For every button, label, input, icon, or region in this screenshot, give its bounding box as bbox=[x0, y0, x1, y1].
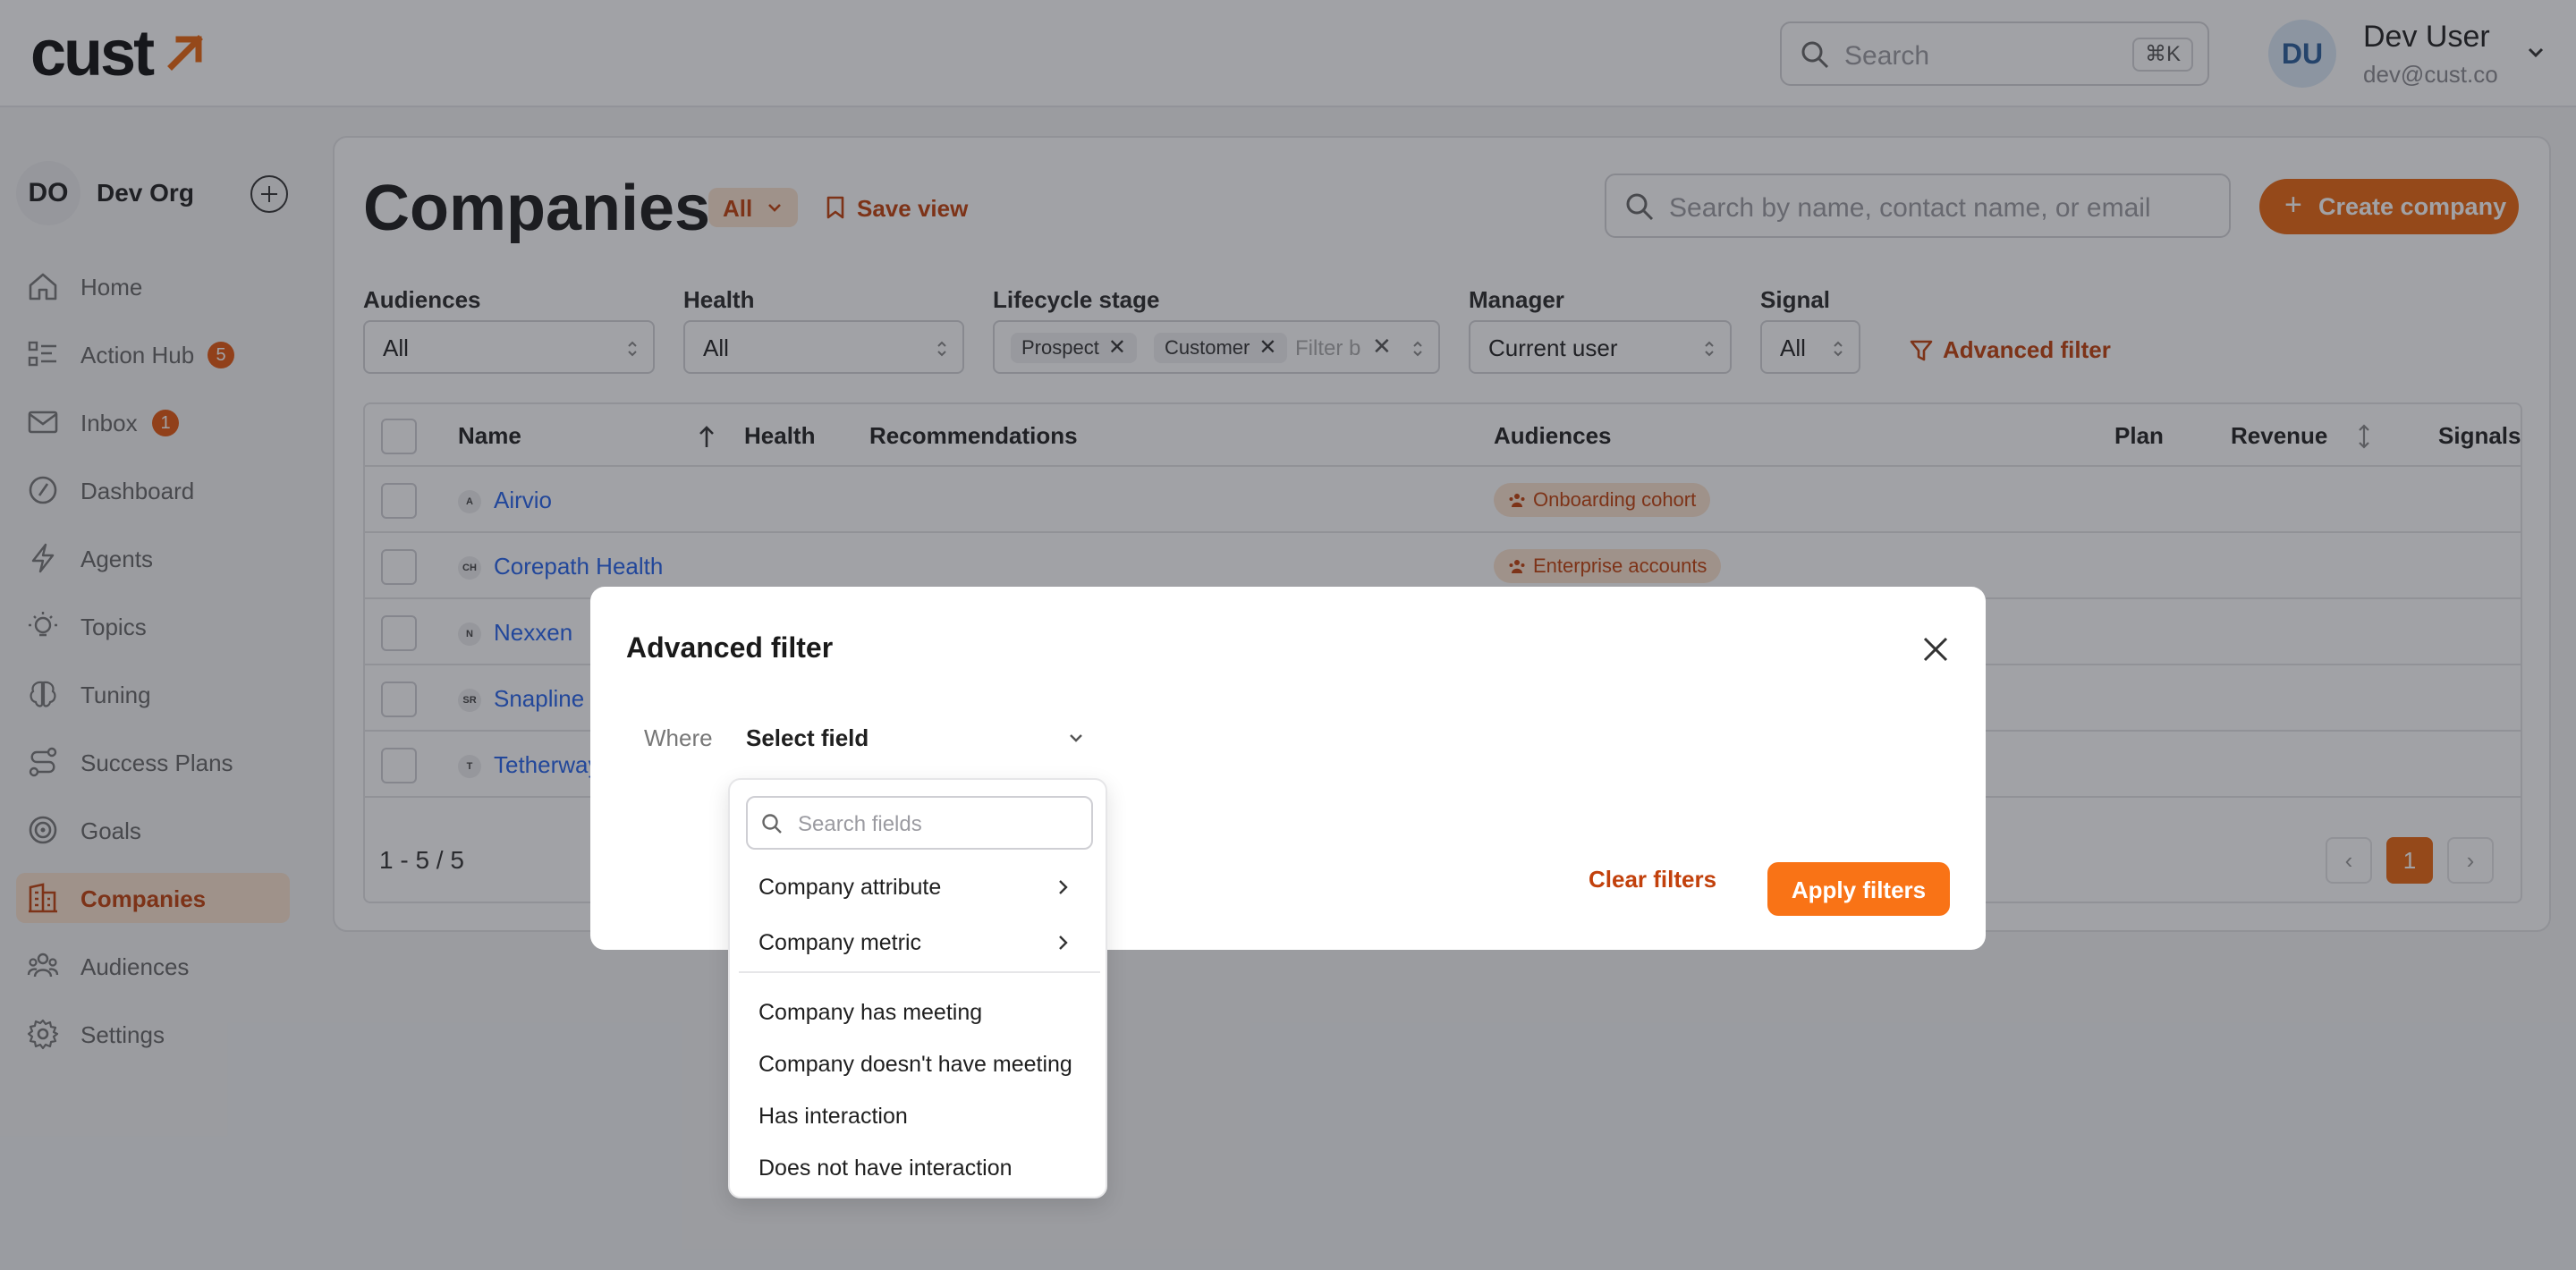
menu-item-label: Company has meeting bbox=[758, 1000, 983, 1025]
chevron-down-icon bbox=[1070, 734, 1082, 742]
menu-item-has-interaction[interactable]: Has interaction bbox=[730, 1091, 1106, 1141]
menu-item-no-meeting[interactable]: Company doesn't have meeting bbox=[730, 1039, 1106, 1089]
field-search-input[interactable]: Search fields bbox=[746, 796, 1093, 850]
field-select-dropdown[interactable]: Select field bbox=[746, 712, 1086, 762]
field-search-placeholder: Search fields bbox=[798, 812, 922, 836]
search-icon bbox=[762, 814, 782, 834]
menu-item-label: Does not have interaction bbox=[758, 1156, 1013, 1181]
apply-filters-label: Apply filters bbox=[1791, 876, 1927, 903]
clear-filters-button[interactable]: Clear filters bbox=[1589, 866, 1716, 893]
chevron-right-icon bbox=[1059, 936, 1068, 950]
modal-title: Advanced filter bbox=[626, 631, 834, 664]
menu-item-company-metric[interactable]: Company metric bbox=[730, 918, 1106, 968]
menu-item-company-attribute[interactable]: Company attribute bbox=[730, 862, 1106, 912]
chevron-right-icon bbox=[1059, 880, 1068, 894]
menu-item-no-interaction[interactable]: Does not have interaction bbox=[730, 1143, 1106, 1193]
close-icon[interactable] bbox=[1918, 631, 1953, 667]
menu-item-label: Has interaction bbox=[758, 1104, 908, 1129]
menu-item-label: Company doesn't have meeting bbox=[758, 1052, 1072, 1077]
apply-filters-button[interactable]: Apply filters bbox=[1767, 862, 1950, 916]
field-select-label: Select field bbox=[746, 724, 869, 751]
menu-divider bbox=[739, 971, 1100, 973]
menu-item-label: Company attribute bbox=[758, 875, 942, 900]
where-label: Where bbox=[644, 724, 713, 751]
field-options-menu: Search fields Company attribute Company … bbox=[728, 778, 1107, 1198]
menu-item-has-meeting[interactable]: Company has meeting bbox=[730, 987, 1106, 1037]
menu-item-label: Company metric bbox=[758, 930, 921, 955]
